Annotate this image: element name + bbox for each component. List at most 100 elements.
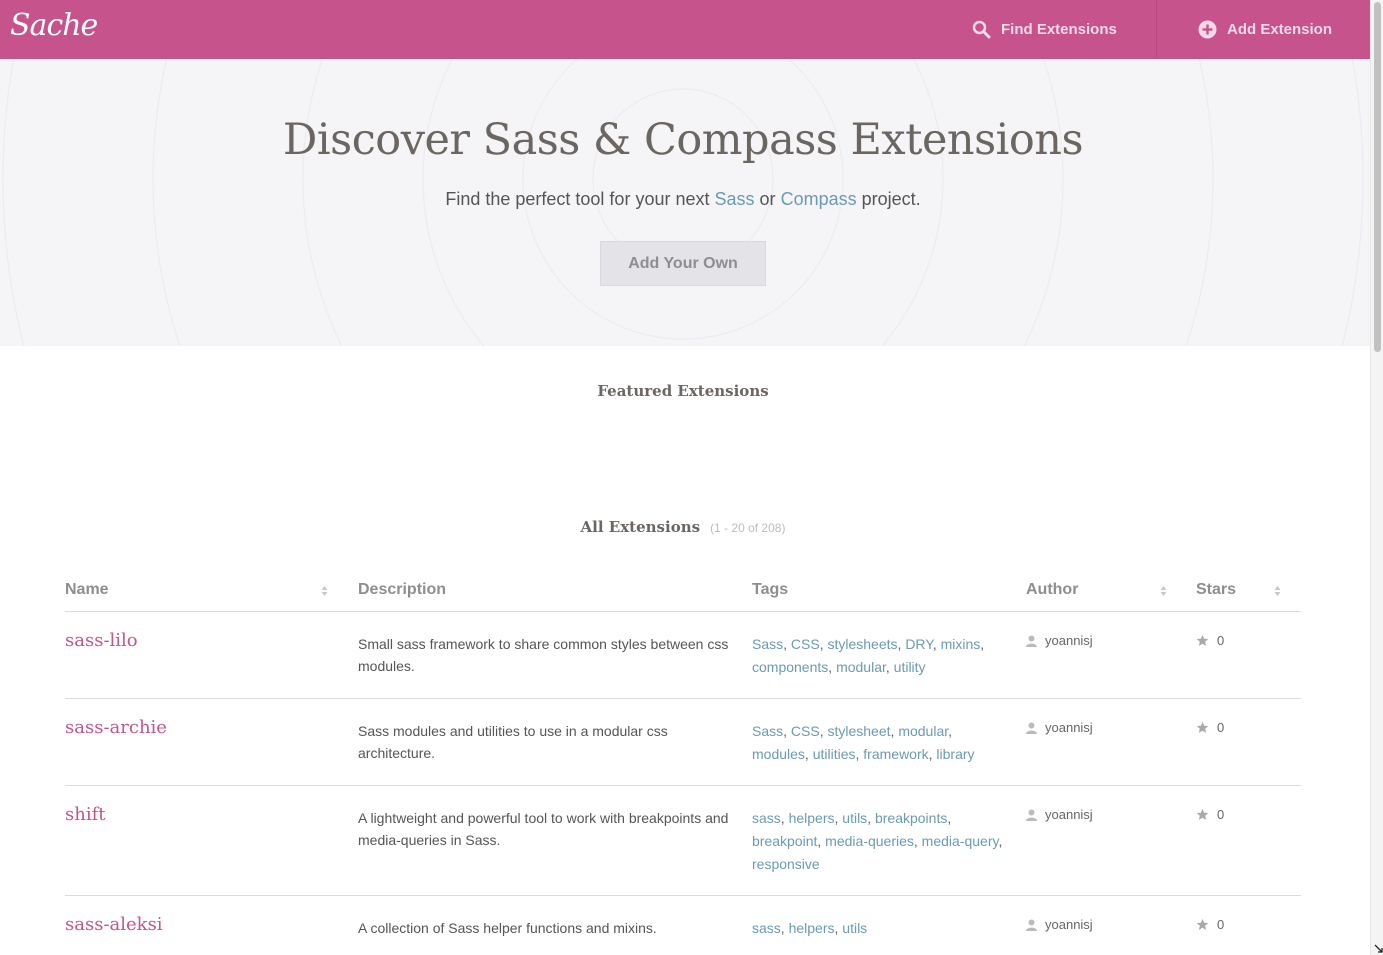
- vertical-scrollbar[interactable]: [1370, 0, 1383, 955]
- star-icon: [1196, 808, 1209, 820]
- tag-link[interactable]: breakpoints: [875, 810, 947, 826]
- sass-link[interactable]: Sass: [715, 189, 755, 209]
- column-header-stars[interactable]: Stars: [1196, 581, 1236, 599]
- extension-name-link[interactable]: sass-archie: [65, 717, 167, 738]
- results-count: (1 - 20 of 208): [710, 521, 786, 535]
- scrollbar-thumb[interactable]: [1374, 2, 1381, 352]
- all-extensions-title: All Extensions: [580, 518, 701, 536]
- hero-subtitle-end: project.: [861, 189, 921, 209]
- extension-author[interactable]: yoannisj: [1026, 917, 1093, 932]
- tag-link[interactable]: modular: [898, 723, 948, 739]
- plus-circle-icon: [1198, 20, 1217, 39]
- tag-link[interactable]: helpers: [789, 810, 835, 826]
- user-icon: [1026, 919, 1037, 931]
- user-icon: [1026, 809, 1037, 821]
- extensions-table: Name Description Tags Author Stars sass-…: [65, 570, 1301, 955]
- tag-link[interactable]: modules: [752, 746, 805, 762]
- tag-link[interactable]: DRY: [905, 636, 933, 652]
- tag-link[interactable]: CSS: [791, 636, 820, 652]
- tag-link[interactable]: utility: [894, 659, 926, 675]
- nav-divider: [1156, 0, 1157, 59]
- extension-author[interactable]: yoannisj: [1026, 633, 1093, 648]
- tag-link[interactable]: library: [936, 746, 974, 762]
- table-row: sass-archie Sass modules and utilities to…: [65, 699, 1301, 786]
- compass-link[interactable]: Compass: [781, 189, 857, 209]
- sort-author-icon[interactable]: [1160, 585, 1167, 597]
- star-count: 0: [1217, 633, 1225, 648]
- extension-author[interactable]: yoannisj: [1026, 807, 1093, 822]
- column-header-description: Description: [358, 581, 447, 598]
- star-icon: [1196, 634, 1209, 646]
- resize-grip-icon[interactable]: [1374, 944, 1383, 955]
- extension-tags: Sass, CSS, stylesheet, modular, modules,…: [752, 723, 975, 762]
- author-name: yoannisj: [1045, 633, 1093, 648]
- user-icon: [1026, 635, 1037, 647]
- top-navigation-bar: Sache Find Extensions Add Extension: [0, 0, 1370, 59]
- add-extension-link[interactable]: Add Extension: [1198, 0, 1332, 59]
- tag-link[interactable]: stylesheet: [827, 723, 890, 739]
- find-extensions-link[interactable]: Find Extensions: [972, 0, 1117, 59]
- extension-name-link[interactable]: shift: [65, 804, 105, 825]
- column-header-name[interactable]: Name: [65, 581, 109, 599]
- search-icon: [972, 20, 991, 39]
- hero-section: Discover Sass & Compass Extensions Find …: [0, 59, 1370, 346]
- hero-subtitle-or: or: [759, 189, 776, 209]
- tag-link[interactable]: components: [752, 659, 828, 675]
- extension-stars: 0: [1196, 720, 1224, 735]
- tag-link[interactable]: responsive: [752, 856, 820, 872]
- tag-link[interactable]: utilities: [813, 746, 856, 762]
- tag-link[interactable]: media-queries: [825, 833, 914, 849]
- hero-subtitle: Find the perfect tool for your next Sass…: [0, 189, 1366, 210]
- add-extension-label: Add Extension: [1227, 21, 1333, 38]
- table-row: shift A lightweight and powerful tool to …: [65, 786, 1301, 896]
- extension-stars: 0: [1196, 917, 1224, 932]
- hero-title: Discover Sass & Compass Extensions: [282, 115, 1084, 165]
- tag-link[interactable]: media-query: [922, 833, 999, 849]
- star-icon: [1196, 918, 1209, 930]
- extension-stars: 0: [1196, 633, 1224, 648]
- extension-author[interactable]: yoannisj: [1026, 720, 1093, 735]
- extension-description: A lightweight and powerful tool to work …: [358, 810, 729, 848]
- column-header-tags: Tags: [752, 581, 789, 598]
- hero-subtitle-text: Find the perfect tool for your next: [445, 189, 710, 209]
- add-your-own-button[interactable]: Add Your Own: [600, 241, 766, 286]
- extension-tags: Sass, CSS, stylesheets, DRY, mixins, com…: [752, 636, 985, 675]
- tag-link[interactable]: utils: [842, 810, 867, 826]
- tag-link[interactable]: breakpoint: [752, 833, 817, 849]
- tag-link[interactable]: stylesheets: [827, 636, 897, 652]
- tag-link[interactable]: sass: [752, 920, 781, 936]
- sort-name-icon[interactable]: [321, 585, 328, 597]
- tag-link[interactable]: sass: [752, 810, 781, 826]
- star-icon: [1196, 721, 1209, 733]
- featured-extensions-heading: Featured Extensions: [597, 382, 769, 400]
- author-name: yoannisj: [1045, 917, 1093, 932]
- tag-link[interactable]: framework: [863, 746, 928, 762]
- tag-link[interactable]: mixins: [941, 636, 981, 652]
- author-name: yoannisj: [1045, 807, 1093, 822]
- extension-name-link[interactable]: sass-lilo: [65, 630, 138, 651]
- tag-link[interactable]: Sass: [752, 723, 783, 739]
- table-header: Name Description Tags Author Stars: [65, 570, 1301, 612]
- sort-stars-icon[interactable]: [1274, 585, 1281, 597]
- extension-tags: sass, helpers, utils, breakpoints, break…: [752, 810, 1003, 872]
- tag-link[interactable]: modular: [836, 659, 886, 675]
- extension-description: Sass modules and utilities to use in a m…: [358, 723, 668, 761]
- table-row: sass-aleksi A collection of Sass helper f…: [65, 896, 1301, 955]
- extension-name-link[interactable]: sass-aleksi: [65, 914, 163, 935]
- tag-link[interactable]: CSS: [791, 723, 820, 739]
- star-count: 0: [1217, 807, 1225, 822]
- star-count: 0: [1217, 917, 1225, 932]
- tag-link[interactable]: Sass: [752, 636, 783, 652]
- star-count: 0: [1217, 720, 1225, 735]
- extension-tags: sass, helpers, utils: [752, 920, 868, 936]
- tag-link[interactable]: utils: [842, 920, 867, 936]
- all-extensions-heading: All Extensions (1 - 20 of 208): [0, 518, 1366, 536]
- extension-stars: 0: [1196, 807, 1224, 822]
- user-icon: [1026, 722, 1037, 734]
- column-header-author[interactable]: Author: [1026, 581, 1078, 599]
- table-row: sass-lilo Small sass framework to share c…: [65, 612, 1301, 699]
- sache-logo[interactable]: Sache: [10, 8, 98, 43]
- tag-link[interactable]: helpers: [789, 920, 835, 936]
- author-name: yoannisj: [1045, 720, 1093, 735]
- table-body: sass-lilo Small sass framework to share c…: [65, 612, 1301, 955]
